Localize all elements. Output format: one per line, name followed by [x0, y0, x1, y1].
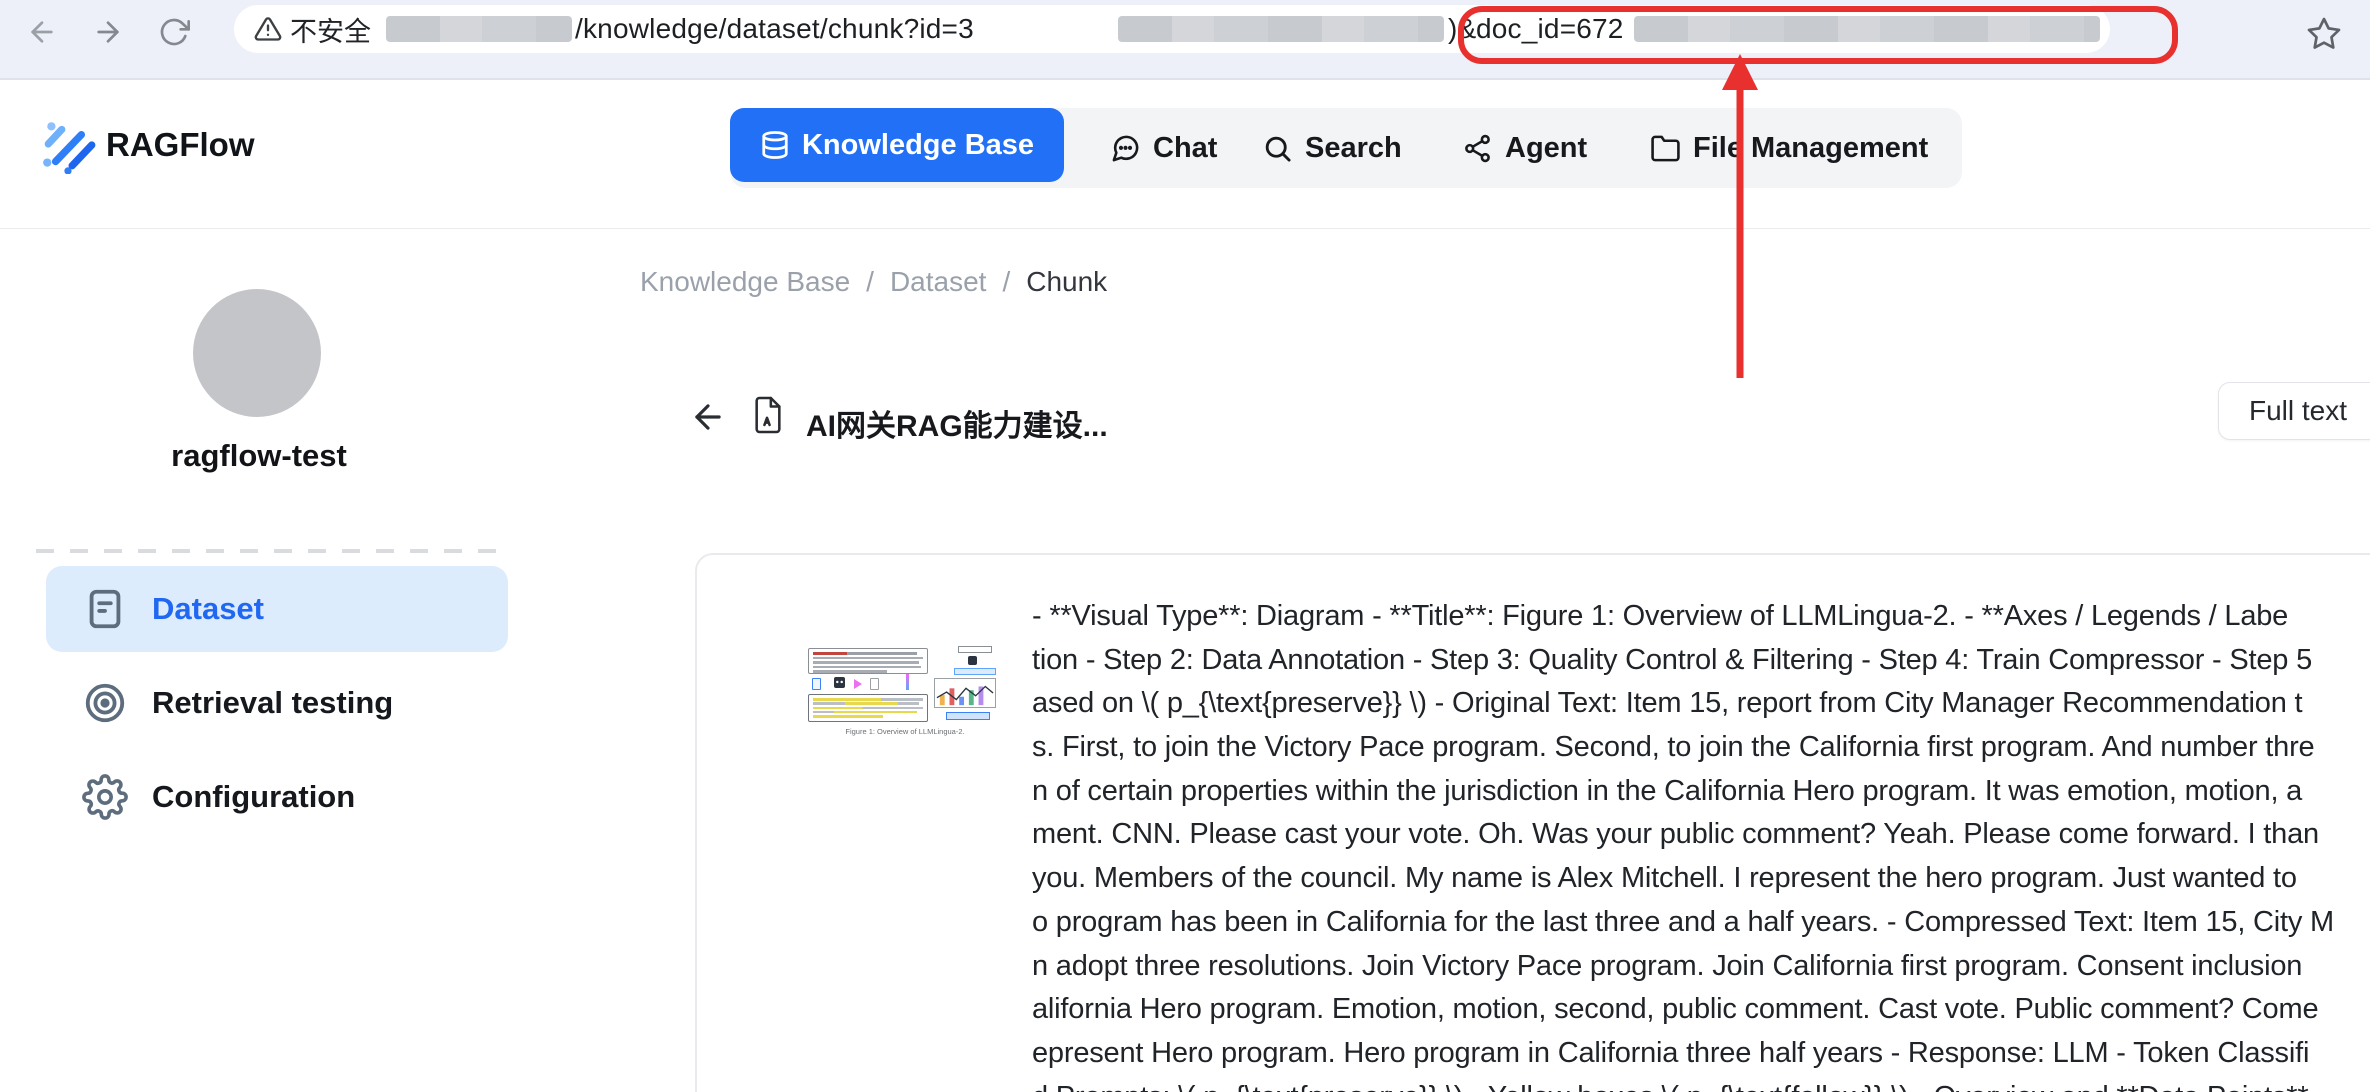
knowledge-base-name: ragflow-test: [40, 438, 478, 474]
document-title: AI网关RAG能力建设...: [806, 401, 1108, 445]
chunk-text-line: tion - Step 2: Data Annotation - Step 3:…: [1032, 639, 2366, 683]
forward-icon: [92, 16, 124, 48]
security-label: 不安全: [290, 5, 371, 53]
nav-file-management[interactable]: File Management: [1650, 108, 1928, 188]
breadcrumb-knowledge-base[interactable]: Knowledge Base: [640, 266, 850, 298]
browser-chrome: 不安全 /knowledge/dataset/chunk?id=3 )& doc…: [0, 0, 2370, 80]
chunk-text-line: n of certain properties within the juris…: [1032, 770, 2366, 814]
network-icon: [1462, 133, 1493, 164]
sidebar-item-dataset[interactable]: Dataset: [46, 566, 508, 652]
browser-reload-button[interactable]: [154, 12, 194, 52]
gear-icon: [82, 774, 128, 820]
nav-search[interactable]: Search: [1262, 108, 1402, 188]
sidebar-item-label: Retrieval testing: [152, 685, 393, 721]
chunk-text-line: o program has been in California for the…: [1032, 901, 2366, 945]
avatar: [193, 289, 321, 417]
blurred-id: [1118, 16, 1444, 42]
nav-chat[interactable]: Chat: [1110, 108, 1217, 188]
folder-icon: [1650, 133, 1681, 164]
breadcrumb-separator: /: [1002, 266, 1010, 298]
brand-name: RAGFlow: [106, 126, 254, 164]
nav-label: Chat: [1153, 132, 1217, 165]
nav-agent[interactable]: Agent: [1462, 108, 1587, 188]
main-nav: Knowledge Base Chat Search Agent File Ma…: [730, 108, 1962, 188]
chunk-text-line: you. Members of the council. My name is …: [1032, 857, 2366, 901]
sidebar-item-label: Configuration: [152, 779, 355, 815]
nav-label: Agent: [1505, 132, 1587, 165]
chunk-text-line: s. First, to join the Victory Pace progr…: [1032, 726, 2366, 770]
chunk-back-button[interactable]: [689, 398, 727, 436]
sidebar-item-configuration[interactable]: Configuration: [46, 754, 508, 840]
sidebar-item-label: Dataset: [152, 591, 264, 627]
target-icon: [82, 680, 128, 726]
chunk-text-line: epresent Hero program. Hero program in C…: [1032, 1032, 2366, 1076]
breadcrumb-dataset[interactable]: Dataset: [890, 266, 987, 298]
chunk-text-line: ased on \( p_{\text{preserve}} \) - Orig…: [1032, 682, 2366, 726]
breadcrumb-separator: /: [866, 266, 874, 298]
warning-icon: [254, 5, 282, 53]
back-arrow-icon: [689, 398, 727, 436]
nav-label: Search: [1305, 132, 1402, 165]
chunk-thumbnail[interactable]: Figure 1: Overview of LLMLingua-2.: [806, 646, 1004, 736]
chunk-text-line: ment. CNN. Please cast your vote. Oh. Wa…: [1032, 813, 2366, 857]
ragflow-logo: [40, 116, 98, 174]
blurred-doc-id: [1634, 16, 2100, 42]
thumbnail-caption: Figure 1: Overview of LLMLingua-2.: [806, 727, 1004, 736]
thumbnail-figure: [806, 646, 1004, 724]
back-icon: [26, 16, 58, 48]
database-icon: [760, 130, 790, 160]
nav-label: File Management: [1693, 132, 1928, 165]
star-icon: [2306, 16, 2342, 52]
ragflow-chunk-page: 不安全 /knowledge/dataset/chunk?id=3 )& doc…: [0, 0, 2370, 1092]
chunk-content-text: - **Visual Type**: Diagram - **Title**: …: [1032, 595, 2366, 1092]
chat-bubble-icon: [1110, 133, 1141, 164]
bookmark-star-button[interactable]: [2306, 16, 2342, 52]
breadcrumb-chunk: Chunk: [1026, 266, 1107, 298]
nav-knowledge-base[interactable]: Knowledge Base: [730, 108, 1064, 182]
pdf-file-icon: [751, 394, 785, 436]
breadcrumb: Knowledge Base / Dataset / Chunk: [640, 266, 1107, 298]
dashed-divider: [36, 549, 506, 553]
chunk-text-line: d Prompts: \( p_{\text{preserve}} \) - Y…: [1032, 1076, 2366, 1092]
reload-icon: [158, 16, 190, 48]
document-icon: [82, 586, 128, 632]
browser-back-button[interactable]: [22, 12, 62, 52]
full-text-label: Full text: [2249, 395, 2347, 427]
full-text-button[interactable]: Full text: [2218, 382, 2370, 440]
sidebar-item-retrieval-testing[interactable]: Retrieval testing: [46, 660, 508, 746]
chunk-text-line: n adopt three resolutions. Join Victory …: [1032, 945, 2366, 989]
nav-label: Knowledge Base: [802, 129, 1034, 162]
url-path: /knowledge/dataset/chunk?id=3: [575, 5, 974, 53]
url-separator: )&: [1448, 5, 1476, 53]
magnifier-icon: [1262, 133, 1293, 164]
url-doc-id-param: doc_id=672: [1476, 5, 1624, 53]
browser-forward-button[interactable]: [88, 12, 128, 52]
address-bar[interactable]: 不安全 /knowledge/dataset/chunk?id=3 )& doc…: [234, 5, 2110, 53]
chunk-text-line: - **Visual Type**: Diagram - **Title**: …: [1032, 595, 2366, 639]
chunk-text-line: alifornia Hero program. Emotion, motion,…: [1032, 988, 2366, 1032]
app-header: RAGFlow Knowledge Base Chat Search Agent…: [0, 80, 2370, 229]
blurred-host: [386, 16, 572, 42]
